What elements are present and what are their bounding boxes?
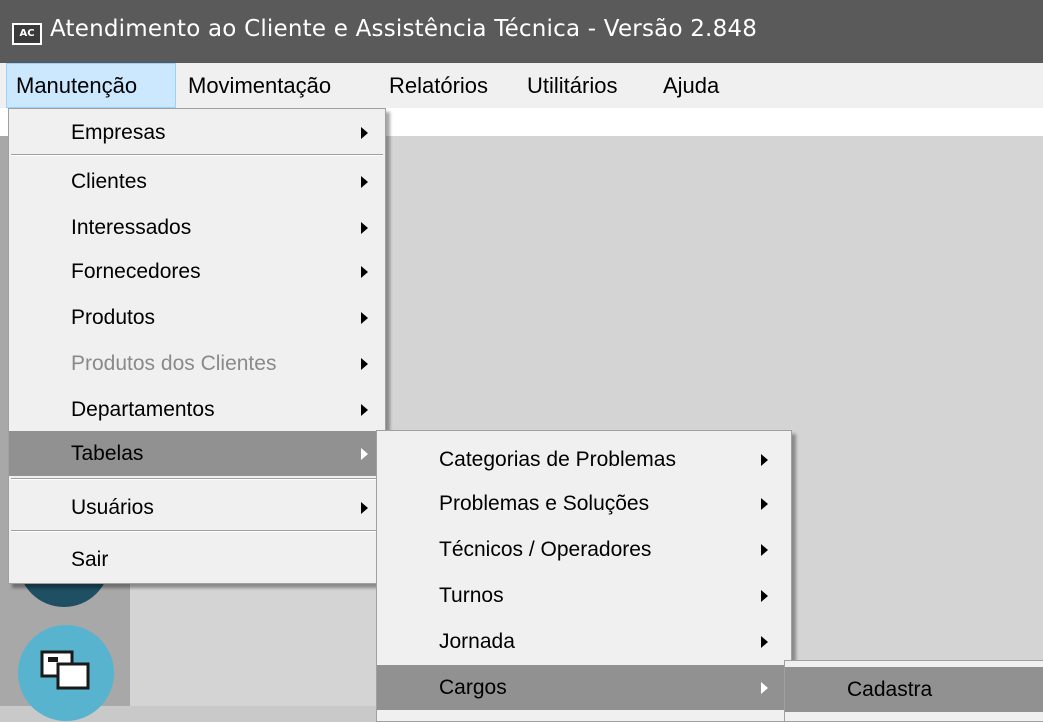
menu-item-label: Fornecedores (71, 260, 201, 283)
menu-item-tabelas[interactable]: Tabelas (9, 431, 385, 476)
menu-separator (11, 478, 383, 480)
submenu-arrow-icon (361, 312, 368, 324)
menu-item-cargos[interactable]: Cargos (377, 665, 791, 710)
menu-item-label: Cargos (439, 676, 507, 699)
submenu-arrow-icon (761, 544, 768, 556)
menu-item-label: Empresas (71, 121, 166, 144)
window-title: Atendimento ao Cliente e Assistência Téc… (50, 16, 758, 42)
menu-item-label: Cadastra (847, 678, 933, 701)
menu-item-label: Sair (71, 548, 109, 571)
menu-item-tecnicos-operadores[interactable]: Técnicos / Operadores (377, 527, 791, 572)
app-icon: AC (12, 23, 42, 45)
menu-item-cadastra[interactable]: Cadastra (785, 667, 1043, 712)
menu-separator (11, 530, 383, 532)
menu-item-sair[interactable]: Sair (9, 537, 385, 582)
menu-relatorios[interactable]: Relatórios (380, 63, 497, 108)
menu-item-label: Categorias de Problemas (439, 448, 676, 471)
menu-item-problemas-e-solucoes[interactable]: Problemas e Soluções (377, 481, 791, 526)
menu-item-interessados[interactable]: Interessados (9, 205, 385, 250)
submenu-arrow-icon (361, 222, 368, 234)
menu-item-label: Produtos dos Clientes (71, 352, 277, 375)
menu-item-clientes[interactable]: Clientes (9, 159, 385, 204)
menu-item-label: Tabelas (71, 442, 144, 465)
submenu-arrow-icon (361, 266, 368, 278)
menu-item-label: Turnos (439, 584, 504, 607)
menu-item-jornada[interactable]: Jornada (377, 619, 791, 664)
submenu-arrow-icon (761, 682, 768, 694)
submenu-arrow-icon (361, 176, 368, 188)
menu-separator (11, 154, 383, 156)
submenu-arrow-icon (761, 498, 768, 510)
menu-item-label: Usuários (71, 496, 154, 519)
menu-item-label: Problemas e Soluções (439, 492, 650, 515)
menu-item-turnos[interactable]: Turnos (377, 573, 791, 618)
menu-item-label: Clientes (71, 170, 147, 193)
submenu-arrow-icon (361, 448, 368, 460)
menu-item-usuarios[interactable]: Usuários (9, 485, 385, 530)
submenu-arrow-icon (761, 636, 768, 648)
submenu-arrow-icon (361, 502, 368, 514)
menu-item-produtos-dos-clientes: Produtos dos Clientes (9, 341, 385, 386)
menu-movimentacao[interactable]: Movimentação (179, 63, 340, 108)
menu-item-label: Técnicos / Operadores (439, 538, 652, 561)
menu-utilitarios[interactable]: Utilitários (518, 63, 626, 108)
submenu-arrow-icon (761, 590, 768, 602)
menu-item-fornecedores[interactable]: Fornecedores (9, 249, 385, 294)
menu-item-categorias-de-problemas[interactable]: Categorias de Problemas (377, 437, 791, 482)
menu-item-label: Jornada (439, 630, 515, 653)
menu-bar: Manutenção Movimentação Relatórios Utili… (0, 63, 1043, 108)
title-bar[interactable]: AC Atendimento ao Cliente e Assistência … (0, 0, 1043, 63)
tabelas-submenu: Categorias de Problemas Problemas e Solu… (376, 430, 792, 722)
manutencao-menu: Empresas Clientes Interessados Fornecedo… (8, 108, 386, 584)
menu-item-departamentos[interactable]: Departamentos (9, 387, 385, 432)
submenu-arrow-icon (361, 358, 368, 370)
menu-ajuda[interactable]: Ajuda (654, 63, 728, 108)
menu-manutencao[interactable]: Manutenção (6, 63, 176, 108)
submenu-arrow-icon (361, 404, 368, 416)
submenu-arrow-icon (761, 454, 768, 466)
submenu-arrow-icon (361, 127, 368, 139)
menu-item-empresas[interactable]: Empresas (9, 110, 385, 155)
menu-item-produtos[interactable]: Produtos (9, 295, 385, 340)
menu-item-label: Produtos (71, 306, 156, 329)
menu-item-label: Interessados (71, 216, 192, 239)
puzzle-icon (40, 650, 90, 690)
cargos-submenu: Cadastra (784, 660, 1043, 722)
menu-item-label: Departamentos (71, 398, 215, 421)
